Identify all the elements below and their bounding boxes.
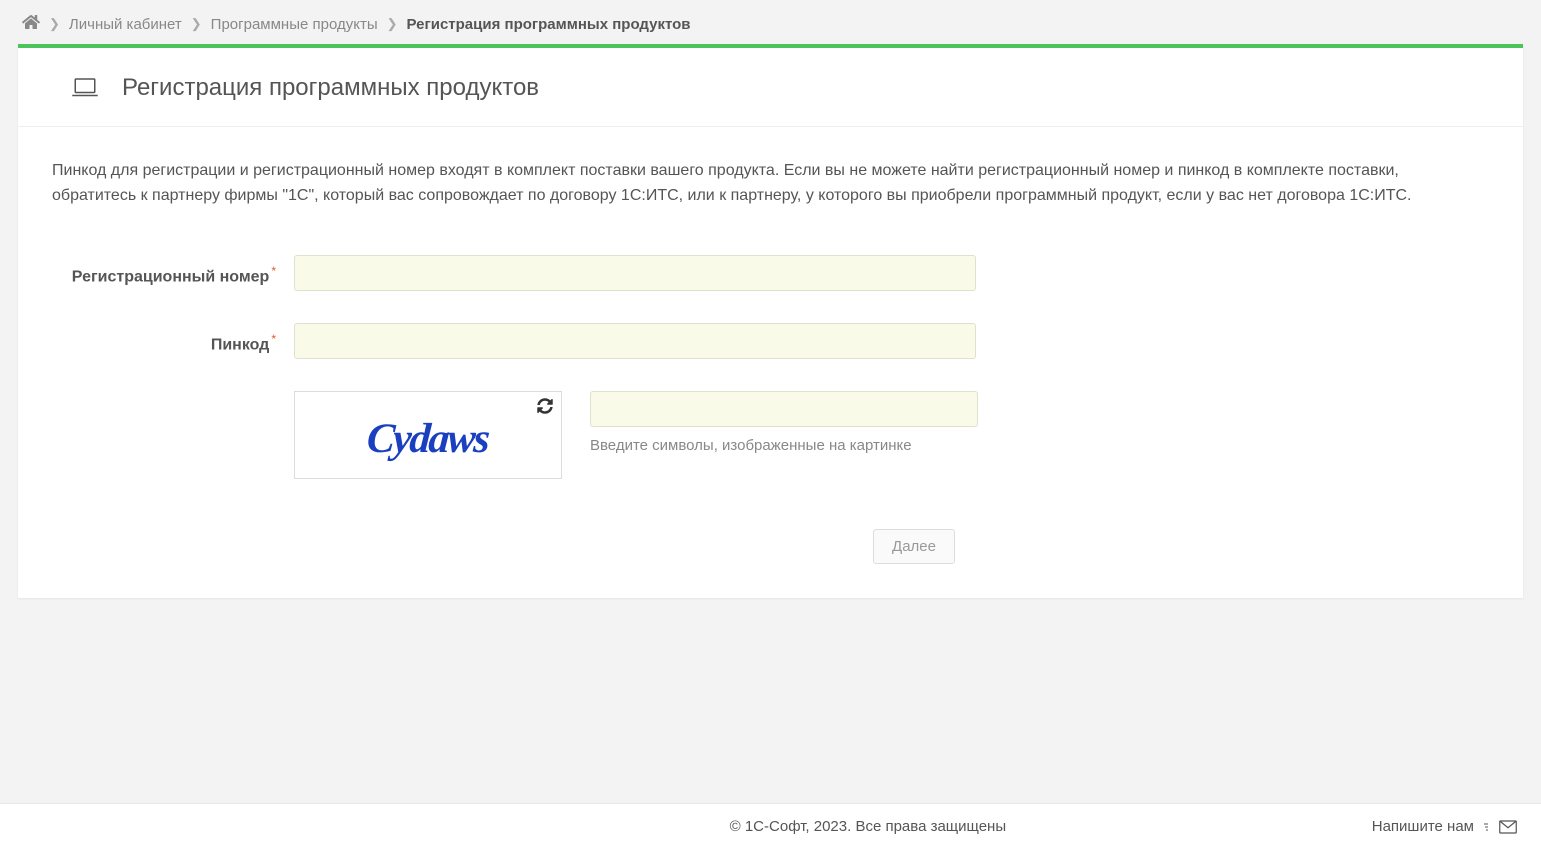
regnumber-input[interactable]	[294, 255, 976, 291]
captcha-text: Cydaws	[366, 415, 490, 463]
mail-send-icon	[1482, 820, 1517, 834]
footer-contact-link[interactable]: Напишите нам	[1372, 818, 1517, 835]
button-row: Далее	[52, 529, 1485, 564]
panel-header: Регистрация программных продуктов	[18, 48, 1523, 127]
captcha-row: Cydaws Введите символы, изображенные на …	[294, 391, 1485, 479]
captcha-hint: Введите символы, изображенные на картинк…	[590, 437, 978, 454]
captcha-right: Введите символы, изображенные на картинк…	[590, 391, 978, 454]
required-mark: *	[271, 264, 276, 278]
next-button[interactable]: Далее	[873, 529, 955, 564]
breadcrumb-home[interactable]	[22, 14, 40, 34]
footer-copyright: © 1С-Софт, 2023. Все права защищены	[24, 818, 1372, 835]
chevron-right-icon: ❯	[387, 16, 398, 32]
required-mark: *	[271, 332, 276, 346]
captcha-image: Cydaws	[294, 391, 562, 479]
form-row-pincode: Пинкод*	[52, 323, 1485, 359]
label-regnumber-text: Регистрационный номер	[72, 268, 270, 285]
breadcrumb: ❯ Личный кабинет ❯ Программные продукты …	[0, 0, 1541, 44]
breadcrumb-link-products[interactable]: Программные продукты	[211, 16, 378, 33]
refresh-icon[interactable]	[537, 398, 553, 418]
breadcrumb-link-cabinet[interactable]: Личный кабинет	[69, 16, 182, 33]
label-pincode: Пинкод*	[52, 323, 294, 356]
form-row-regnumber: Регистрационный номер*	[52, 255, 1485, 291]
page-title: Регистрация программных продуктов	[122, 74, 539, 102]
pincode-input[interactable]	[294, 323, 976, 359]
laptop-icon	[70, 76, 100, 100]
breadcrumb-current: Регистрация программных продуктов	[407, 16, 691, 33]
main-panel: Регистрация программных продуктов Пинкод…	[18, 44, 1523, 598]
label-pincode-text: Пинкод	[211, 336, 270, 353]
label-regnumber: Регистрационный номер*	[52, 255, 294, 288]
intro-text: Пинкод для регистрации и регистрационный…	[52, 159, 1485, 209]
captcha-input[interactable]	[590, 391, 978, 427]
chevron-right-icon: ❯	[49, 16, 60, 32]
panel-body: Пинкод для регистрации и регистрационный…	[18, 127, 1523, 598]
footer: © 1С-Софт, 2023. Все права защищены Напи…	[0, 803, 1541, 843]
home-icon	[22, 14, 40, 30]
chevron-right-icon: ❯	[191, 16, 202, 32]
footer-contact-text: Напишите нам	[1372, 818, 1474, 835]
